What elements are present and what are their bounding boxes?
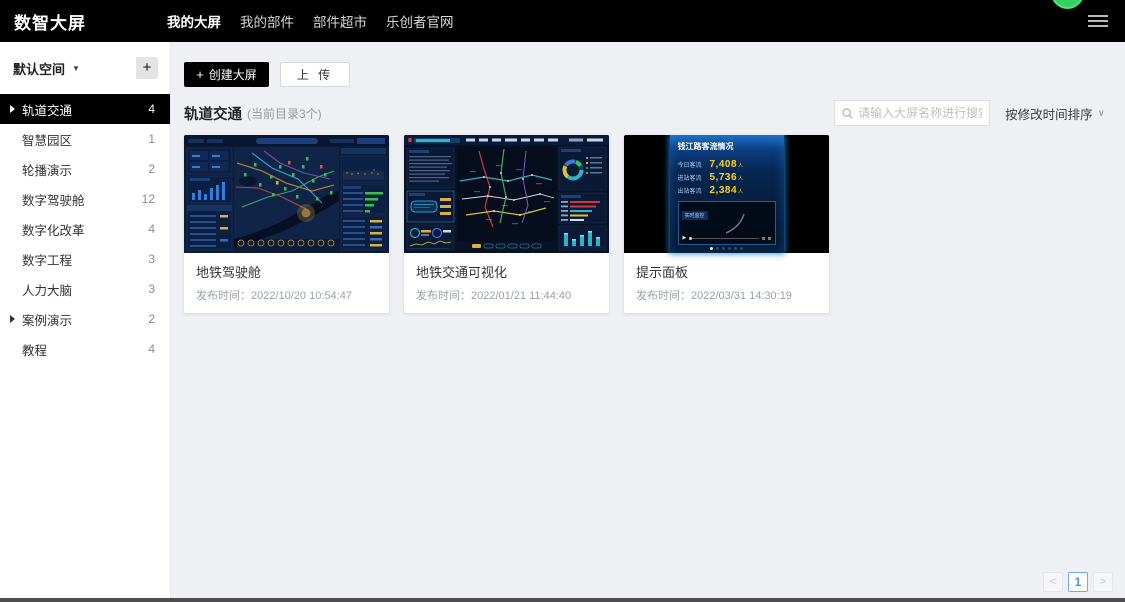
dashboard-thumbnail-metro-visualization <box>404 135 609 253</box>
sidebar-item-digital-reform[interactable]: 数字化改革 4 <box>0 214 170 244</box>
expand-arrow-icon <box>10 315 15 323</box>
carousel-dots[interactable] <box>670 247 784 250</box>
screen-card-prompt-panel[interactable]: 钱江路客流情况 今日客流 7,408 人 进站客流 5,736 人 出站客流 2… <box>624 135 829 313</box>
sidebar-item-rail-transit[interactable]: 轨道交通 4 <box>0 94 170 124</box>
main-content: + 创建大屏 上 传 轨道交通 (当前目录3个) 按修改时间排序 ∨ <box>172 42 1125 598</box>
screen-card-metro-visualization[interactable]: 地铁交通可视化 发布时间：2022/01/21 11:44:40 <box>404 135 609 313</box>
create-screen-button[interactable]: + 创建大屏 <box>184 62 269 87</box>
card-publish-time: 发布时间：2022/10/20 10:54:47 <box>196 287 377 303</box>
metro-map <box>457 147 556 248</box>
sidebar-item-case-demo[interactable]: 案例演示 2 <box>0 304 170 334</box>
stat-row: 出站客流 2,384 人 <box>678 185 776 196</box>
nav-tabs: 我的大屏 我的部件 部件超市 乐创者官网 <box>167 11 454 31</box>
search-input[interactable] <box>858 106 982 120</box>
section-title: 轨道交通 <box>184 103 242 124</box>
dashboard-thumbnail-metro-cockpit <box>184 135 389 253</box>
video-progress-bar[interactable] <box>689 238 758 239</box>
user-avatar[interactable] <box>1051 0 1084 9</box>
nav-tab-my-screens[interactable]: 我的大屏 <box>167 11 221 31</box>
sidebar-item-smart-park[interactable]: 智慧园区 1 <box>0 124 170 154</box>
video-controls: ▶ <box>683 236 771 241</box>
card-footer: 地铁驾驶舱 发布时间：2022/10/20 10:54:47 <box>184 253 389 313</box>
item-count: 3 <box>148 282 155 296</box>
city-photo <box>343 158 384 180</box>
sidebar-item-carousel-demo[interactable]: 轮播演示 2 <box>0 154 170 184</box>
prev-page-button[interactable]: < <box>1043 572 1063 592</box>
toolbar: + 创建大屏 上 传 <box>184 62 1125 87</box>
card-footer: 提示面板 发布时间：2022/03/31 14:30:19 <box>624 253 829 313</box>
stat-row: 今日客流 7,408 人 <box>678 159 776 170</box>
top-navbar: 数智大屏 我的大屏 我的部件 部件超市 乐创者官网 <box>0 0 1125 42</box>
item-count: 3 <box>148 252 155 266</box>
item-count: 1 <box>148 132 155 146</box>
item-count: 4 <box>148 222 155 236</box>
item-count: 4 <box>148 342 155 356</box>
card-footer: 地铁交通可视化 发布时间：2022/01/21 11:44:40 <box>404 253 609 313</box>
section-bar: 轨道交通 (当前目录3个) 按修改时间排序 ∨ <box>184 100 1105 126</box>
item-count: 2 <box>148 312 155 326</box>
sort-dropdown[interactable]: 按修改时间排序 ∨ <box>1005 104 1105 123</box>
item-count: 2 <box>148 162 155 176</box>
space-selector-row: 默认空间 ▼ + <box>0 42 170 89</box>
play-icon[interactable]: ▶ <box>683 236 687 241</box>
monitor-video-frame <box>682 213 772 235</box>
page-number-1[interactable]: 1 <box>1068 572 1088 592</box>
pagination: < 1 > <box>1043 572 1113 592</box>
space-caret-icon[interactable]: ▼ <box>72 64 80 73</box>
card-title: 地铁交通可视化 <box>416 262 597 281</box>
sidebar-item-digital-engineering[interactable]: 数字工程 3 <box>0 244 170 274</box>
stat-row: 进站客流 5,736 人 <box>678 172 776 183</box>
add-folder-button[interactable]: + <box>136 57 158 79</box>
folder-list: 轨道交通 4 智慧园区 1 轮播演示 2 数字驾驶舱 12 数字化改革 4 数字… <box>0 94 170 364</box>
sidebar: 默认空间 ▼ + 轨道交通 4 智慧园区 1 轮播演示 2 数字驾驶舱 12 数… <box>0 42 171 598</box>
space-name[interactable]: 默认空间 <box>13 59 65 78</box>
map-area <box>234 147 339 247</box>
nav-tab-my-widgets[interactable]: 我的部件 <box>240 11 294 31</box>
fullscreen-icon[interactable] <box>768 237 771 240</box>
card-publish-time: 发布时间：2022/03/31 14:30:19 <box>636 287 817 303</box>
screen-card-metro-cockpit[interactable]: 地铁驾驶舱 发布时间：2022/10/20 10:54:47 <box>184 135 389 313</box>
volume-icon[interactable] <box>762 237 765 240</box>
sidebar-item-tutorial[interactable]: 教程 4 <box>0 334 170 364</box>
sidebar-item-hr-brain[interactable]: 人力大脑 3 <box>0 274 170 304</box>
screen-card-grid: 地铁驾驶舱 发布时间：2022/10/20 10:54:47 <box>184 135 1125 313</box>
upload-button[interactable]: 上 传 <box>280 62 350 87</box>
plus-icon: + <box>196 68 204 81</box>
train-graphic <box>411 201 437 212</box>
sidebar-item-digital-cockpit[interactable]: 数字驾驶舱 12 <box>0 184 170 214</box>
app-logo: 数智大屏 <box>14 9 164 34</box>
search-icon <box>842 108 853 119</box>
passenger-flow-panel: 钱江路客流情况 今日客流 7,408 人 进站客流 5,736 人 出站客流 2… <box>670 135 784 253</box>
live-monitor-panel: 实时监控 ▶ <box>678 201 776 245</box>
item-count: 12 <box>142 192 155 206</box>
next-page-button[interactable]: > <box>1093 572 1113 592</box>
card-publish-time: 发布时间：2022/01/21 11:44:40 <box>416 287 597 303</box>
card-title: 地铁驾驶舱 <box>196 262 377 281</box>
window-bottom-bar <box>0 598 1125 602</box>
hamburger-menu-icon[interactable] <box>1088 12 1108 30</box>
nav-tab-official-site[interactable]: 乐创者官网 <box>386 11 454 31</box>
item-count: 4 <box>148 102 155 116</box>
expand-arrow-icon <box>10 105 15 113</box>
panel-title: 钱江路客流情况 <box>678 141 776 152</box>
nav-tab-widget-market[interactable]: 部件超市 <box>313 11 367 31</box>
card-title: 提示面板 <box>636 262 817 281</box>
search-box[interactable] <box>834 100 990 126</box>
chevron-down-icon: ∨ <box>1098 108 1105 119</box>
dashboard-thumbnail-prompt-panel: 钱江路客流情况 今日客流 7,408 人 进站客流 5,736 人 出站客流 2… <box>624 135 829 253</box>
section-subtitle: (当前目录3个) <box>247 105 322 122</box>
